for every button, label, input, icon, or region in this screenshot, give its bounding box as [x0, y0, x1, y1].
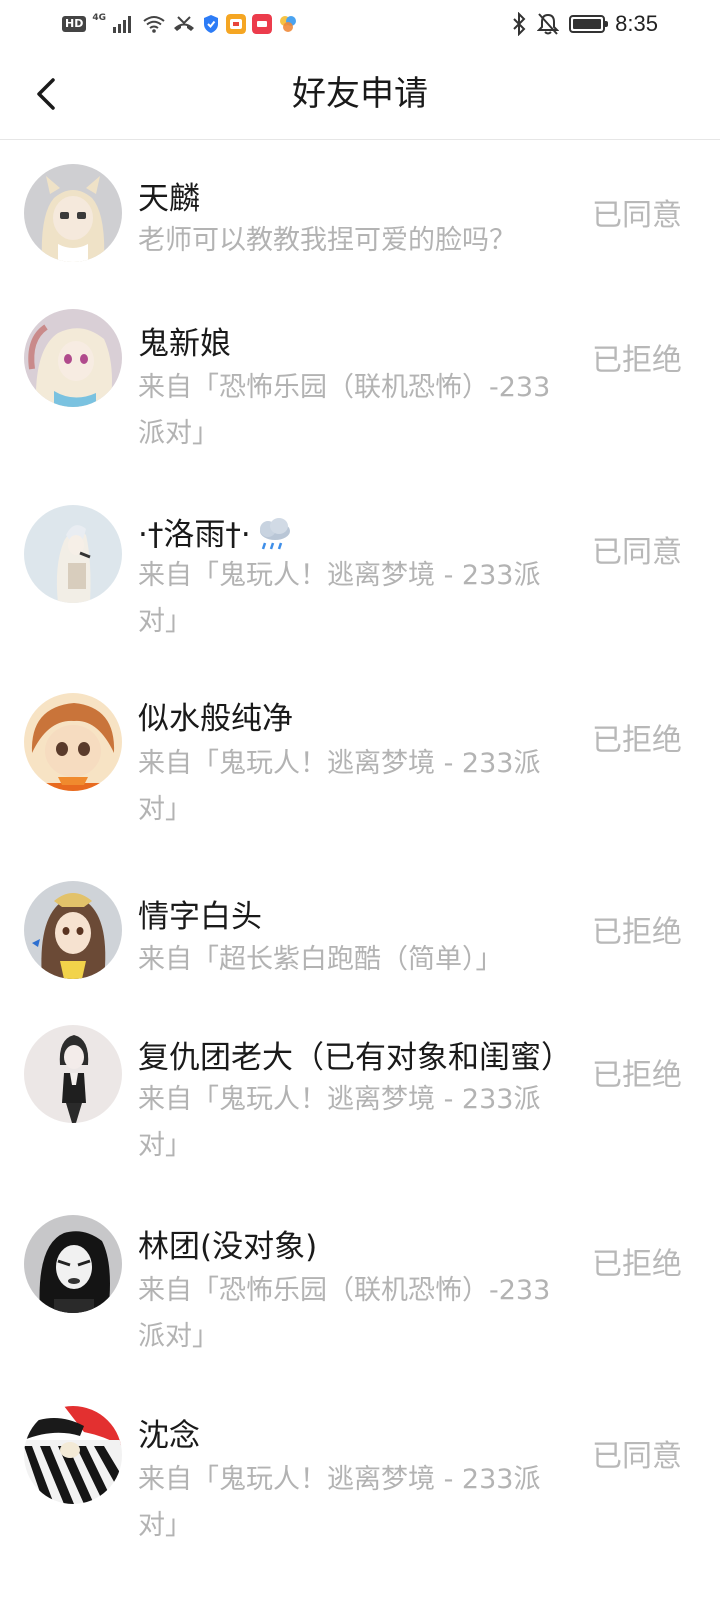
requester-name: 林团(没对象)	[138, 1229, 318, 1265]
missed-call-icon	[174, 16, 194, 31]
avatar[interactable]	[24, 164, 122, 262]
requester-name-row: ·†洛雨†·	[138, 513, 578, 557]
avatar[interactable]	[24, 1025, 122, 1123]
xiaomi-app-icon	[252, 14, 272, 34]
request-status: 已拒绝	[592, 1058, 682, 1093]
requester-name: 沈念	[138, 1418, 200, 1454]
request-status: 已同意	[592, 1439, 682, 1474]
mute-icon	[537, 13, 560, 35]
status-bar-right: 8:35	[511, 10, 658, 38]
request-message: 来自「超长紫白跑酷（简单）」	[138, 944, 503, 975]
friend-request-item[interactable]: 情字白头 来自「超长紫白跑酷（简单）」 已拒绝	[0, 860, 720, 1005]
request-message: 来自「恐怖乐园（联机恐怖）-233派对」	[138, 372, 551, 449]
shield-app-icon	[204, 15, 218, 33]
request-message: 来自「鬼玩人！逃离梦境 - 233派对」	[138, 1464, 541, 1541]
wifi-icon	[143, 16, 165, 33]
friend-request-item[interactable]: 鬼新娘 来自「恐怖乐园（联机恐怖）-233派对」 已拒绝	[0, 288, 720, 484]
status-bar-left: HD 4G	[62, 12, 298, 36]
request-message: 来自「鬼玩人！逃离梦境 - 233派对」	[138, 748, 541, 825]
request-status: 已同意	[592, 198, 682, 233]
request-message: 来自「鬼玩人！逃离梦境 - 233派对」	[138, 560, 541, 637]
requester-name: ·†洛雨†·	[138, 517, 251, 553]
rain-cloud-icon	[259, 518, 290, 550]
request-status: 已拒绝	[592, 723, 682, 758]
requester-name: 鬼新娘	[138, 326, 231, 362]
request-message: 来自「鬼玩人！逃离梦境 - 233派对」	[138, 1084, 541, 1161]
friend-request-item[interactable]: 林团(没对象) 来自「恐怖乐园（联机恐怖）-233派对」 已拒绝	[0, 1195, 720, 1385]
hd-icon: HD	[62, 16, 87, 32]
requester-name: 似水般纯净	[138, 701, 293, 737]
requester-name: 天麟	[138, 181, 200, 217]
pinwheel-app-icon	[280, 16, 296, 32]
request-status: 已拒绝	[592, 1247, 682, 1282]
app-icon	[226, 14, 246, 34]
avatar[interactable]	[24, 881, 122, 979]
signal-icon	[113, 16, 131, 33]
friend-request-item[interactable]: 沈念 来自「鬼玩人！逃离梦境 - 233派对」 已同意	[0, 1385, 720, 1575]
avatar[interactable]	[24, 505, 122, 603]
requester-name: 复仇团老大（已有对象和闺蜜）	[138, 1040, 572, 1076]
clock-time: 8:35	[615, 11, 658, 36]
request-status: 已同意	[592, 535, 682, 570]
request-message: 来自「恐怖乐园（联机恐怖）-233派对」	[138, 1275, 551, 1352]
avatar[interactable]	[24, 309, 122, 407]
bluetooth-icon	[513, 12, 526, 36]
friend-request-list: 天麟 老师可以教教我捏可爱的脸吗？ 已同意 鬼新娘 来自「恐怖乐园（联机恐怖）-…	[0, 141, 720, 1575]
status-bar: HD 4G 8:35	[0, 0, 720, 48]
request-message: 老师可以教教我捏可爱的脸吗？	[138, 225, 516, 256]
requester-name: 情字白头	[138, 899, 262, 935]
network-type-label: 4G	[92, 13, 106, 23]
avatar[interactable]	[24, 1406, 122, 1504]
request-status: 已拒绝	[592, 343, 682, 378]
top-nav-bar: 好友申请	[0, 48, 720, 140]
friend-request-item[interactable]: 似水般纯净 来自「鬼玩人！逃离梦境 - 233派对」 已拒绝	[0, 672, 720, 860]
avatar[interactable]	[24, 693, 122, 791]
avatar[interactable]	[24, 1215, 122, 1313]
friend-request-item[interactable]: 天麟 老师可以教教我捏可爱的脸吗？ 已同意	[0, 141, 720, 288]
friend-request-item[interactable]: ·†洛雨†· 来自「鬼玩人！逃离梦境 - 233派对」 已同意	[0, 484, 720, 672]
page-title: 好友申请	[292, 74, 428, 114]
request-status: 已拒绝	[592, 915, 682, 950]
battery-icon	[569, 15, 609, 33]
friend-request-item[interactable]: 复仇团老大（已有对象和闺蜜） 来自「鬼玩人！逃离梦境 - 233派对」 已拒绝	[0, 1005, 720, 1195]
